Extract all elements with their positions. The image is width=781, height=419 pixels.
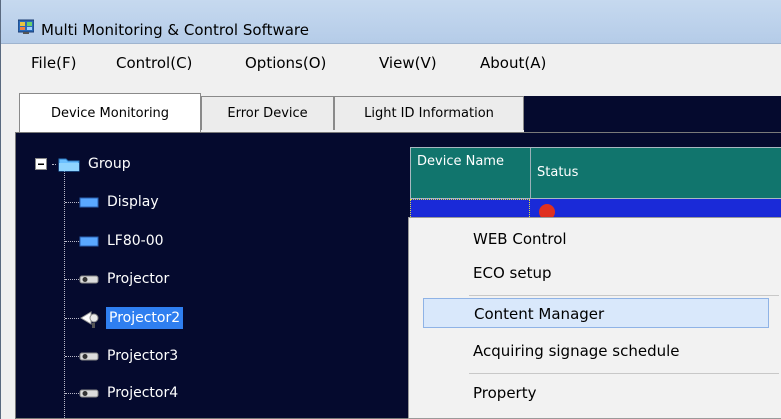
minus-box-icon[interactable] [35, 158, 47, 170]
menu-file[interactable]: File(F) [31, 54, 76, 72]
tree-label: Projector [107, 271, 170, 287]
tree-item-projector4[interactable]: Projector4 [65, 380, 181, 406]
tab-error-device[interactable]: Error Device [201, 96, 334, 130]
column-header-status[interactable]: Status [531, 148, 781, 198]
title-bar: Multi Monitoring & Control Software [1, 0, 781, 44]
menu-control[interactable]: Control(C) [116, 54, 192, 72]
window-title: Multi Monitoring & Control Software [41, 21, 309, 39]
tree-label: Projector2 [106, 307, 184, 329]
tree-item-display[interactable]: Display [65, 189, 162, 215]
display-icon [79, 236, 99, 247]
tree-label: Projector4 [107, 385, 179, 401]
menu-item-eco-setup[interactable]: ECO setup [423, 258, 769, 288]
projector-icon [79, 389, 99, 398]
projector-icon [79, 352, 99, 361]
app-monitor-icon [18, 19, 34, 34]
display-icon [79, 197, 99, 208]
table-header: Device Name Status [410, 147, 781, 199]
menu-item-acquiring-signage-schedule[interactable]: Acquiring signage schedule [423, 336, 769, 366]
menu-bar: File(F) Control(C) Options(O) View(V) Ab… [1, 45, 781, 79]
projector-warning-icon [80, 311, 99, 328]
menu-about[interactable]: About(A) [480, 54, 546, 72]
tree-item-projector2[interactable]: Projector2 [65, 305, 184, 331]
menu-separator [469, 373, 779, 374]
tree-label: Group [88, 156, 131, 172]
tab-device-monitoring[interactable]: Device Monitoring [19, 93, 201, 132]
tree-label: LF80-00 [107, 233, 164, 249]
menu-item-content-manager[interactable]: Content Manager [423, 298, 769, 328]
device-tree[interactable]: Group Display LF80-00 Projector Projecto… [16, 133, 396, 419]
column-header-device-name[interactable]: Device Name [411, 148, 531, 198]
projector-icon [79, 275, 99, 284]
tree-item-projector[interactable]: Projector [65, 266, 172, 292]
menu-separator [469, 295, 779, 296]
menu-options[interactable]: Options(O) [245, 54, 326, 72]
menu-item-property[interactable]: Property [423, 378, 769, 408]
tree-root-group[interactable]: Group [35, 151, 134, 177]
tab-bar: Device Monitoring Error Device Light ID … [1, 80, 781, 132]
menu-item-web-control[interactable]: WEB Control [423, 224, 769, 254]
context-menu: WEB Control ECO setup Content Manager Ac… [408, 217, 781, 419]
app-window: Multi Monitoring & Control Software File… [0, 0, 781, 419]
menu-view[interactable]: View(V) [379, 54, 437, 72]
tree-label: Display [107, 194, 159, 210]
tab-strip-background [524, 96, 781, 132]
tree-item-lf80-00[interactable]: LF80-00 [65, 228, 167, 254]
tree-label: Projector3 [107, 348, 179, 364]
folder-icon [58, 158, 80, 172]
tree-item-projector3[interactable]: Projector3 [65, 343, 181, 369]
tab-light-id-information[interactable]: Light ID Information [334, 96, 524, 130]
